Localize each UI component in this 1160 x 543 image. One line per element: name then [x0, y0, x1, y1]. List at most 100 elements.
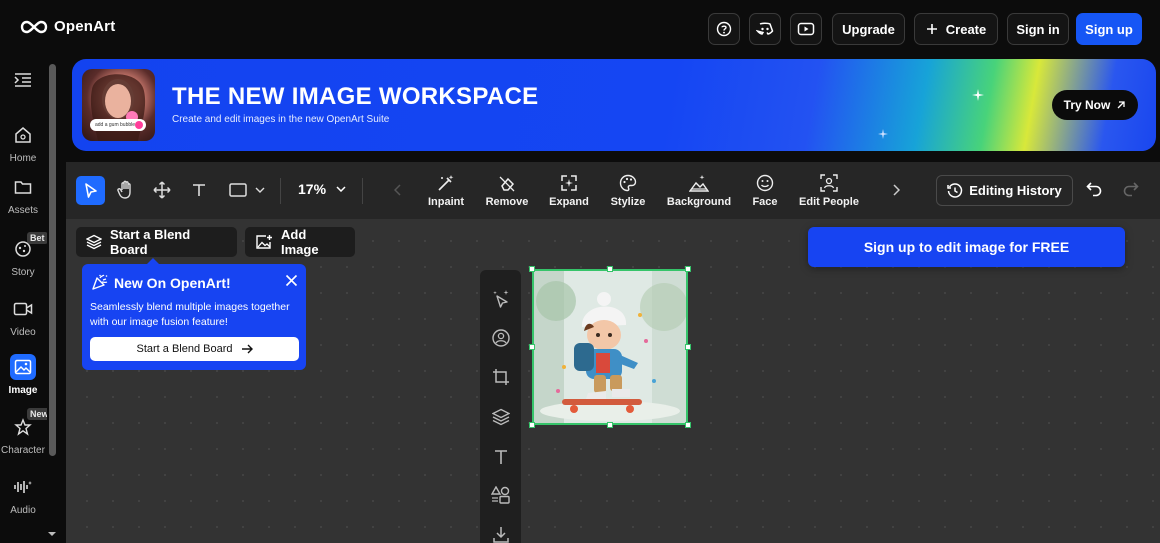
promo-banner[interactable]: add a gum bubble THE NEW IMAGE WORKSPACE…: [72, 59, 1156, 151]
edit-people-tool-button[interactable]: Edit People: [794, 170, 864, 208]
discord-button[interactable]: [749, 13, 781, 45]
start-blend-board-label: Start a Blend Board: [110, 227, 191, 257]
sign-up-to-edit-button[interactable]: Sign up to edit image for FREE: [808, 227, 1125, 267]
zoom-dropdown[interactable]: 17%: [298, 181, 346, 197]
scroll-left-chevron-icon[interactable]: [394, 184, 401, 196]
edit-tool-label: Face: [752, 196, 778, 208]
sidebar-item-video[interactable]: Video: [0, 296, 46, 338]
text-tool-button[interactable]: [188, 179, 210, 201]
help-button[interactable]: [708, 13, 740, 45]
palette-icon: [619, 174, 637, 192]
home-icon: [10, 122, 36, 148]
upgrade-button[interactable]: Upgrade: [832, 13, 905, 45]
editing-history-label: Editing History: [969, 183, 1062, 198]
sign-in-button[interactable]: Sign in: [1007, 13, 1069, 45]
image-icon: [10, 354, 36, 380]
sign-up-label: Sign up: [1085, 21, 1133, 37]
resize-handle[interactable]: [529, 344, 535, 350]
try-now-button[interactable]: Try Now: [1052, 90, 1138, 120]
scroll-down-arrow-icon[interactable]: [47, 530, 57, 538]
popup-button-label: Start a Blend Board: [136, 343, 233, 355]
ai-select-tool[interactable]: [490, 288, 511, 309]
add-text-tool[interactable]: [490, 446, 511, 467]
edit-tool-label: Background: [666, 196, 732, 208]
openart-logo[interactable]: OpenArt: [20, 18, 115, 35]
sidebar-item-character[interactable]: Character: [0, 414, 46, 456]
resize-handle[interactable]: [607, 422, 613, 428]
edit-people-icon: [820, 174, 838, 192]
resize-handle[interactable]: [685, 344, 691, 350]
sidebar-item-label: Assets: [7, 205, 38, 216]
crop-tool[interactable]: [490, 366, 511, 387]
popup-title: New On OpenArt!: [114, 275, 231, 291]
sidebar-item-label: Story: [11, 267, 35, 278]
sidebar-item-label: Character: [1, 445, 45, 456]
shape-tool-dropdown[interactable]: [225, 179, 269, 201]
start-blend-board-button[interactable]: Start a Blend Board: [76, 227, 237, 257]
resize-handle[interactable]: [685, 266, 691, 272]
face-icon: [756, 174, 774, 192]
sidebar-item-image[interactable]: Image: [0, 354, 46, 396]
eraser-icon: [498, 174, 516, 192]
sidebar-scroll-thumb[interactable]: [49, 64, 56, 456]
stylize-tool-button[interactable]: Stylize: [593, 170, 663, 208]
face-swap-tool[interactable]: [490, 327, 511, 348]
popup-start-blend-board-button[interactable]: Start a Blend Board: [90, 337, 299, 361]
infinity-logo-icon: [20, 19, 48, 35]
audio-icon: [10, 474, 36, 500]
download-tool[interactable]: [490, 524, 511, 543]
redo-icon[interactable]: [1123, 181, 1139, 197]
sign-up-button[interactable]: Sign up: [1076, 13, 1142, 45]
undo-icon[interactable]: [1086, 181, 1102, 197]
toolbar-divider: [362, 178, 363, 204]
editing-history-button[interactable]: Editing History: [936, 175, 1073, 206]
scroll-right-chevron-icon[interactable]: [893, 184, 900, 196]
zoom-level: 17%: [298, 181, 327, 197]
canvas-image[interactable]: [532, 269, 688, 425]
resize-handle[interactable]: [607, 266, 613, 272]
sidebar-collapse-toggle[interactable]: [0, 72, 46, 88]
remove-tool-button[interactable]: Remove: [472, 170, 542, 208]
face-tool-button[interactable]: Face: [730, 170, 800, 208]
resize-handle[interactable]: [529, 266, 535, 272]
sidebar-item-audio[interactable]: Audio: [0, 474, 46, 516]
upgrade-label: Upgrade: [842, 21, 895, 37]
sidebar-item-label: Video: [10, 327, 36, 338]
thumbnail-caption: add a gum bubble: [95, 122, 136, 128]
magic-wand-icon: [437, 174, 455, 192]
layers-icon: [86, 234, 102, 250]
resize-handle[interactable]: [685, 422, 691, 428]
inpaint-tool-button[interactable]: Inpaint: [411, 170, 481, 208]
try-now-label: Try Now: [1063, 98, 1111, 112]
youtube-button[interactable]: [790, 13, 822, 45]
arrow-up-right-icon: [1116, 100, 1126, 110]
select-tool-button[interactable]: [76, 176, 105, 205]
create-button[interactable]: Create: [914, 13, 998, 45]
beta-badge: Bet: [27, 232, 48, 244]
edit-tool-label: Expand: [549, 196, 589, 208]
move-tool-button[interactable]: [151, 179, 173, 201]
help-icon: [716, 21, 732, 37]
sidebar: Home Assets Story Bet Video Image Charac…: [0, 58, 52, 543]
sidebar-item-assets[interactable]: Assets: [0, 174, 46, 216]
party-popper-icon: [91, 274, 108, 291]
edit-tool-label: Stylize: [610, 196, 646, 208]
image-actions-toolbar: [480, 270, 521, 543]
arrow-right-icon: [241, 344, 253, 354]
hand-tool-button[interactable]: [115, 179, 137, 201]
background-icon: [689, 174, 709, 192]
menu-collapse-icon: [14, 72, 32, 88]
folder-icon: [10, 174, 36, 200]
chevron-down-icon: [255, 187, 265, 193]
layers-icon: [491, 408, 510, 426]
layers-tool[interactable]: [490, 406, 511, 427]
plus-icon: [926, 23, 938, 35]
sidebar-item-home[interactable]: Home: [0, 122, 46, 164]
edit-tool-label: Edit People: [799, 196, 859, 208]
resize-handle[interactable]: [529, 422, 535, 428]
add-image-button[interactable]: Add Image: [245, 227, 355, 257]
shapes-tool[interactable]: [490, 484, 511, 505]
background-tool-button[interactable]: Background: [664, 170, 734, 208]
cursor-icon: [84, 182, 98, 199]
close-icon[interactable]: [285, 274, 298, 287]
